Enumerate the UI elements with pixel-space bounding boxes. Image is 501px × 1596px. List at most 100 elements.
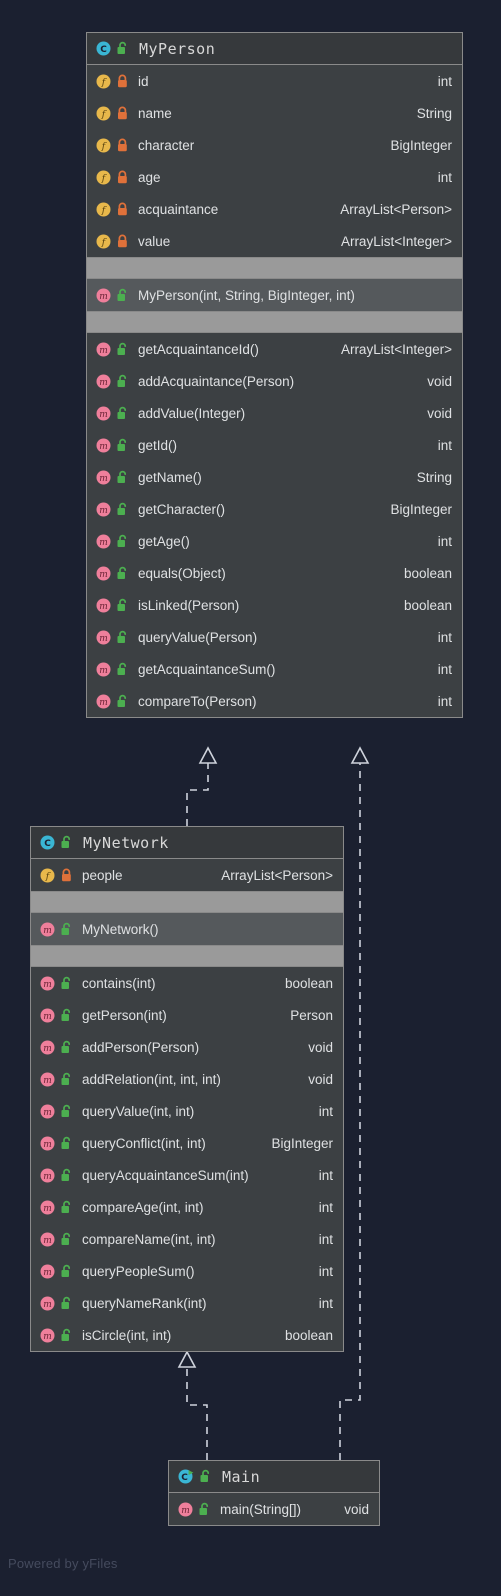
method-return-type: int: [318, 1199, 333, 1215]
method-name: isLinked(Person): [138, 597, 240, 613]
svg-text:m: m: [43, 1172, 52, 1182]
class-box-mynetwork[interactable]: C MyNetwork f people ArrayList<Person> m…: [30, 826, 344, 1352]
lock-open-icon: [60, 976, 73, 991]
field-row[interactable]: f name String: [87, 97, 462, 129]
method-name: equals(Object): [138, 565, 226, 581]
method-row[interactable]: m queryPeopleSum() int: [31, 1255, 343, 1287]
method-row[interactable]: m isLinked(Person) boolean: [87, 589, 462, 621]
method-icon: m: [39, 1167, 56, 1184]
method-return-type: int: [318, 1167, 333, 1183]
method-row[interactable]: m isCircle(int, int) boolean: [31, 1319, 343, 1351]
hollow-arrowhead-icon: [177, 1350, 197, 1368]
method-icon: m: [39, 921, 56, 938]
method-row[interactable]: m contains(int) boolean: [31, 967, 343, 999]
section-separator: [31, 945, 343, 967]
method-icon: m: [95, 469, 112, 486]
field-name: name: [138, 105, 172, 121]
field-row[interactable]: f id int: [87, 65, 462, 97]
method-name: getAge(): [138, 533, 190, 549]
field-icon: f: [95, 73, 112, 90]
method-row[interactable]: m compareName(int, int) int: [31, 1223, 343, 1255]
class-header-myperson[interactable]: C MyPerson: [87, 33, 462, 65]
field-row[interactable]: f value ArrayList<Integer>: [87, 225, 462, 257]
method-icon: m: [95, 501, 112, 518]
method-row[interactable]: m getCharacter() BigInteger: [87, 493, 462, 525]
method-name: isCircle(int, int): [82, 1327, 172, 1343]
field-row[interactable]: f character BigInteger: [87, 129, 462, 161]
method-row[interactable]: m getAge() int: [87, 525, 462, 557]
method-return-type: void: [308, 1039, 333, 1055]
method-row[interactable]: m queryAcquaintanceSum(int) int: [31, 1159, 343, 1191]
method-row[interactable]: m getId() int: [87, 429, 462, 461]
class-header-mynetwork[interactable]: C MyNetwork: [31, 827, 343, 859]
method-row[interactable]: m queryValue(int, int) int: [31, 1095, 343, 1127]
lock-open-icon: [116, 374, 129, 389]
lock-closed-icon: [116, 74, 129, 89]
section-separator: [87, 311, 462, 333]
method-name: addRelation(int, int, int): [82, 1071, 221, 1087]
method-row[interactable]: m getName() String: [87, 461, 462, 493]
lock-open-icon: [116, 502, 129, 517]
field-name: value: [138, 233, 171, 249]
yfiles-watermark: Powered by yFiles: [8, 1556, 118, 1571]
constructor-row[interactable]: m MyPerson(int, String, BigInteger, int): [87, 279, 462, 311]
method-name: getId(): [138, 437, 178, 453]
method-row[interactable]: m addValue(Integer) void: [87, 397, 462, 429]
method-row[interactable]: m queryValue(Person) int: [87, 621, 462, 653]
methods-section-mynetwork: m contains(int) boolean m getPerson(int)…: [31, 967, 343, 1351]
svg-text:m: m: [43, 1108, 52, 1118]
method-icon: m: [39, 1039, 56, 1056]
method-icon: m: [39, 975, 56, 992]
class-box-myperson[interactable]: C MyPerson f id int f name String f char…: [86, 32, 463, 718]
field-row[interactable]: f acquaintance ArrayList<Person>: [87, 193, 462, 225]
method-name: getPerson(int): [82, 1007, 167, 1023]
svg-text:m: m: [43, 926, 52, 936]
method-row[interactable]: m queryNameRank(int) int: [31, 1287, 343, 1319]
field-type: ArrayList<Person>: [340, 201, 452, 217]
constructor-row[interactable]: m MyNetwork(): [31, 913, 343, 945]
lock-open-icon: [60, 1008, 73, 1023]
method-row[interactable]: m getPerson(int) Person: [31, 999, 343, 1031]
section-separator: [87, 257, 462, 279]
constructor-name: MyPerson(int, String, BigInteger, int): [138, 287, 355, 303]
svg-text:m: m: [99, 602, 108, 612]
method-row[interactable]: m addPerson(Person) void: [31, 1031, 343, 1063]
method-icon: m: [39, 1135, 56, 1152]
svg-text:m: m: [99, 698, 108, 708]
method-return-type: Person: [290, 1007, 333, 1023]
method-row[interactable]: m queryConflict(int, int) BigInteger: [31, 1127, 343, 1159]
method-row[interactable]: m addAcquaintance(Person) void: [87, 365, 462, 397]
svg-text:m: m: [181, 1506, 190, 1516]
method-row[interactable]: m getAcquaintanceId() ArrayList<Integer>: [87, 333, 462, 365]
method-row[interactable]: m equals(Object) boolean: [87, 557, 462, 589]
method-row[interactable]: m getAcquaintanceSum() int: [87, 653, 462, 685]
method-return-type: boolean: [284, 975, 333, 991]
lock-closed-icon: [116, 202, 129, 217]
method-name: getAcquaintanceId(): [138, 341, 259, 357]
lock-open-icon: [60, 1264, 73, 1279]
method-icon: m: [95, 533, 112, 550]
svg-text:m: m: [43, 1300, 52, 1310]
class-header-main[interactable]: C Main: [169, 1461, 379, 1493]
methods-section-main: m main(String[]) void: [169, 1493, 379, 1525]
svg-text:C: C: [44, 839, 51, 849]
method-row[interactable]: m main(String[]) void: [169, 1493, 379, 1525]
field-row[interactable]: f people ArrayList<Person>: [31, 859, 343, 891]
lock-open-icon: [116, 406, 129, 421]
method-row[interactable]: m compareAge(int, int) int: [31, 1191, 343, 1223]
lock-open-icon: [116, 630, 129, 645]
lock-open-icon: [116, 598, 129, 613]
lock-open-icon: [116, 470, 129, 485]
method-icon: m: [95, 597, 112, 614]
svg-text:m: m: [43, 1140, 52, 1150]
class-box-main[interactable]: C Main m main(String[]) void: [168, 1460, 380, 1526]
field-row[interactable]: f age int: [87, 161, 462, 193]
field-type: ArrayList<Person>: [221, 867, 333, 883]
method-row[interactable]: m compareTo(Person) int: [87, 685, 462, 717]
method-row[interactable]: m addRelation(int, int, int) void: [31, 1063, 343, 1095]
svg-text:m: m: [99, 570, 108, 580]
field-icon: f: [39, 867, 56, 884]
lock-open-icon: [116, 342, 129, 357]
method-name: getAcquaintanceSum(): [138, 661, 276, 677]
field-icon: f: [95, 137, 112, 154]
